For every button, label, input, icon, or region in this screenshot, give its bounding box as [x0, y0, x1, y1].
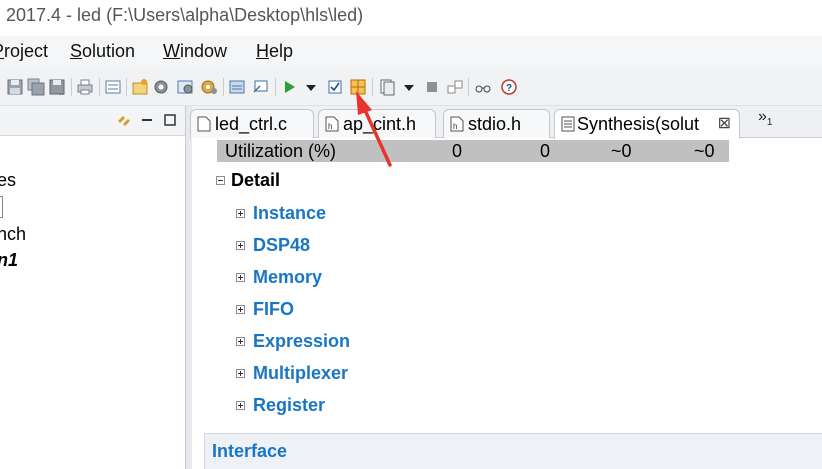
- print-icon[interactable]: [76, 78, 94, 96]
- title-bar: 2017.4 - led (F:\Users\alpha\Desktop\hls…: [0, 0, 822, 36]
- utilization-label: Utilization (%): [225, 141, 337, 161]
- main-toolbar: .. ?: [0, 68, 822, 106]
- waveform-icon[interactable]: [446, 78, 464, 96]
- tab-label: stdio.h: [468, 114, 522, 134]
- console-icon[interactable]: [228, 78, 246, 96]
- link-with-editor-icon[interactable]: [115, 111, 133, 129]
- menu-project[interactable]: Project: [0, 41, 48, 62]
- toolbar-separator: [126, 78, 127, 96]
- header-file-icon: h: [450, 116, 464, 132]
- section-dsp48[interactable]: DSP48: [253, 235, 310, 256]
- section-memory[interactable]: Memory: [253, 267, 322, 288]
- analysis-perspective-icon[interactable]: [349, 78, 367, 96]
- section-multiplexer[interactable]: Multiplexer: [253, 363, 348, 384]
- detail-heading: Detail: [231, 170, 281, 190]
- expand-icon[interactable]: [236, 337, 245, 346]
- svg-text:..: ..: [59, 88, 63, 96]
- menu-help-label: elp: [269, 41, 294, 61]
- new-solution-icon[interactable]: [200, 78, 218, 96]
- expand-icon[interactable]: [236, 273, 245, 282]
- svg-text:?: ?: [506, 83, 512, 94]
- run-c-simulation-icon[interactable]: [280, 78, 298, 96]
- explorer-panel: es nch n1: [0, 106, 186, 469]
- svg-text:h: h: [328, 122, 332, 131]
- save-as-icon[interactable]: ..: [48, 78, 66, 96]
- menu-window[interactable]: Window: [163, 41, 227, 62]
- menu-help[interactable]: Help: [256, 41, 293, 62]
- minimize-icon[interactable]: [138, 111, 156, 129]
- expand-icon[interactable]: [236, 401, 245, 410]
- utilization-row: Utilization (%) 0 0 ~0 ~0: [217, 140, 729, 162]
- menu-window-mnemonic: W: [163, 41, 180, 61]
- c-source-icon: [197, 116, 211, 132]
- stop-icon[interactable]: [423, 78, 441, 96]
- tab-ap-cint-h[interactable]: h ap_cint.h: [318, 109, 436, 138]
- menu-solution[interactable]: Solution: [70, 41, 135, 62]
- header-file-icon: h: [325, 116, 339, 132]
- tab-label: ap_cint.h: [343, 114, 417, 134]
- menu-window-label: indow: [180, 41, 228, 61]
- toolbar-separator: [275, 78, 276, 96]
- interface-section[interactable]: Interface: [204, 433, 822, 469]
- tree-selection-marker: [0, 196, 3, 218]
- expand-icon[interactable]: [236, 305, 245, 314]
- section-fifo[interactable]: FIFO: [253, 299, 294, 320]
- tab-stdio-h[interactable]: h stdio.h: [443, 109, 550, 138]
- compare-reports-icon[interactable]: [252, 78, 270, 96]
- report-icon: [561, 116, 575, 132]
- explorer-header: [0, 106, 185, 136]
- run-synthesis-icon[interactable]: [326, 78, 344, 96]
- section-expression[interactable]: Expression: [253, 331, 350, 352]
- toolbar-separator: [223, 78, 224, 96]
- svg-text:h: h: [453, 122, 457, 131]
- tab-synthesis-report[interactable]: Synthesis(solut ⊠: [554, 109, 740, 139]
- utilization-value: 0: [540, 141, 551, 161]
- utilization-value: ~0: [611, 141, 632, 161]
- collapse-icon[interactable]: [216, 176, 225, 185]
- tab-label: led_ctrl.c: [215, 114, 288, 134]
- menu-solution-label: olution: [82, 41, 136, 61]
- expand-icon[interactable]: [236, 369, 245, 378]
- save-all-icon[interactable]: [27, 78, 45, 96]
- compare-dropdown-icon[interactable]: [400, 78, 418, 96]
- section-register[interactable]: Register: [253, 395, 325, 416]
- window-title: 2017.4 - led (F:\Users\alpha\Desktop\hls…: [6, 5, 364, 25]
- toolbar-separator: [71, 78, 72, 96]
- tree-item-solution1[interactable]: n1: [0, 250, 18, 271]
- utilization-value: ~0: [694, 141, 715, 161]
- close-tab-icon[interactable]: ⊠: [718, 113, 731, 133]
- toolbar-separator: [99, 78, 100, 96]
- section-instance[interactable]: Instance: [253, 203, 326, 224]
- export-rtl-icon[interactable]: [378, 78, 396, 96]
- editor-tabs: led_ctrl.c h ap_cint.h h stdio.h Synthes…: [190, 106, 822, 139]
- menu-help-mnemonic: H: [256, 41, 269, 61]
- save-icon[interactable]: [6, 78, 24, 96]
- new-project-icon[interactable]: [131, 78, 149, 96]
- toolbar-separator: [468, 78, 469, 96]
- tab-led-ctrl-c[interactable]: led_ctrl.c: [190, 109, 314, 138]
- index-icon[interactable]: [104, 78, 122, 96]
- utilization-value: 0: [452, 141, 463, 161]
- tabs-overflow-button[interactable]: »1: [758, 108, 772, 128]
- maximize-icon[interactable]: [161, 111, 179, 129]
- tree-item-sources[interactable]: es: [0, 170, 16, 191]
- editor-area: led_ctrl.c h ap_cint.h h stdio.h Synthes…: [190, 106, 822, 469]
- chevron-right-icon: »: [758, 108, 767, 125]
- tab-label: Synthesis(solut: [577, 114, 700, 134]
- interface-heading: Interface: [212, 441, 288, 461]
- expand-icon[interactable]: [236, 241, 245, 250]
- toolbar-separator: [372, 78, 373, 96]
- help-icon[interactable]: ?: [500, 78, 518, 96]
- run-dropdown-icon[interactable]: [302, 78, 320, 96]
- debug-icon[interactable]: [474, 78, 492, 96]
- project-settings-icon[interactable]: [152, 78, 170, 96]
- expand-icon[interactable]: [236, 209, 245, 218]
- overflow-count: 1: [766, 117, 773, 129]
- menu-solution-mnemonic: S: [70, 41, 83, 61]
- solution-settings-icon[interactable]: [176, 78, 194, 96]
- menu-project-label: roject: [4, 41, 49, 61]
- tree-item-testbench[interactable]: nch: [0, 224, 26, 245]
- menu-bar: Project Solution Window Help: [0, 36, 822, 68]
